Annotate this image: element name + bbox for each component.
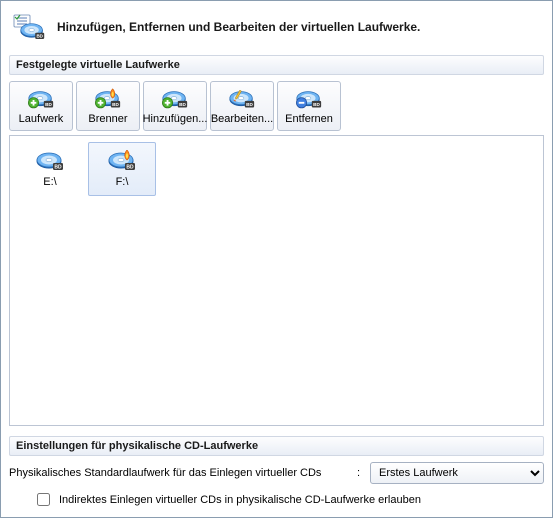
edit-label: Bearbeiten... xyxy=(211,113,273,125)
virtual-drives-panel: Hinzufügen, Entfernen und Bearbeiten der… xyxy=(0,0,553,518)
add-burner-label: Brenner xyxy=(88,113,127,125)
panel-title: Hinzufügen, Entfernen und Bearbeiten der… xyxy=(57,20,420,34)
indirect-insert-label[interactable]: Indirektes Einlegen virtueller CDs in ph… xyxy=(59,494,421,506)
indirect-insert-checkbox[interactable] xyxy=(37,493,50,506)
default-drive-row: Physikalisches Standardlaufwerk für das … xyxy=(9,462,544,484)
add-drive-button[interactable]: Laufwerk xyxy=(9,81,73,131)
remove-label: Entfernen xyxy=(285,113,333,125)
burner-drive-icon xyxy=(107,150,137,174)
drive-item[interactable]: E:\ xyxy=(16,142,84,196)
default-drive-select[interactable]: Erstes Laufwerk xyxy=(370,462,544,484)
drive-item[interactable]: F:\ xyxy=(88,142,156,196)
add-drive-icon xyxy=(27,88,55,112)
drive-list[interactable]: E:\ F:\ xyxy=(9,135,544,426)
edit-icon xyxy=(228,88,256,112)
remove-icon xyxy=(295,88,323,112)
section-physical-title: Einstellungen für physikalische CD-Laufw… xyxy=(9,436,544,456)
add-button[interactable]: Hinzufügen... xyxy=(143,81,207,131)
drives-toolbar: Laufwerk Brenner Hinzufügen... Bearbeite… xyxy=(9,75,544,135)
drive-item-label: F:\ xyxy=(116,176,129,188)
physical-settings: Einstellungen für physikalische CD-Laufw… xyxy=(9,426,544,509)
drive-item-label: E:\ xyxy=(43,176,56,188)
drive-icon xyxy=(35,150,65,174)
add-icon xyxy=(161,88,189,112)
indirect-insert-row: Indirektes Einlegen virtueller CDs in ph… xyxy=(9,490,544,509)
section-drives-title: Festgelegte virtuelle Laufwerke xyxy=(9,55,544,75)
add-burner-icon xyxy=(94,88,122,112)
remove-button[interactable]: Entfernen xyxy=(277,81,341,131)
edit-button[interactable]: Bearbeiten... xyxy=(210,81,274,131)
add-label: Hinzufügen... xyxy=(143,113,208,125)
colon: : xyxy=(353,467,364,479)
add-burner-button[interactable]: Brenner xyxy=(76,81,140,131)
default-drive-label: Physikalisches Standardlaufwerk für das … xyxy=(9,467,347,479)
virtual-drive-icon xyxy=(13,13,47,41)
panel-header: Hinzufügen, Entfernen und Bearbeiten der… xyxy=(9,5,544,55)
add-drive-label: Laufwerk xyxy=(19,113,64,125)
